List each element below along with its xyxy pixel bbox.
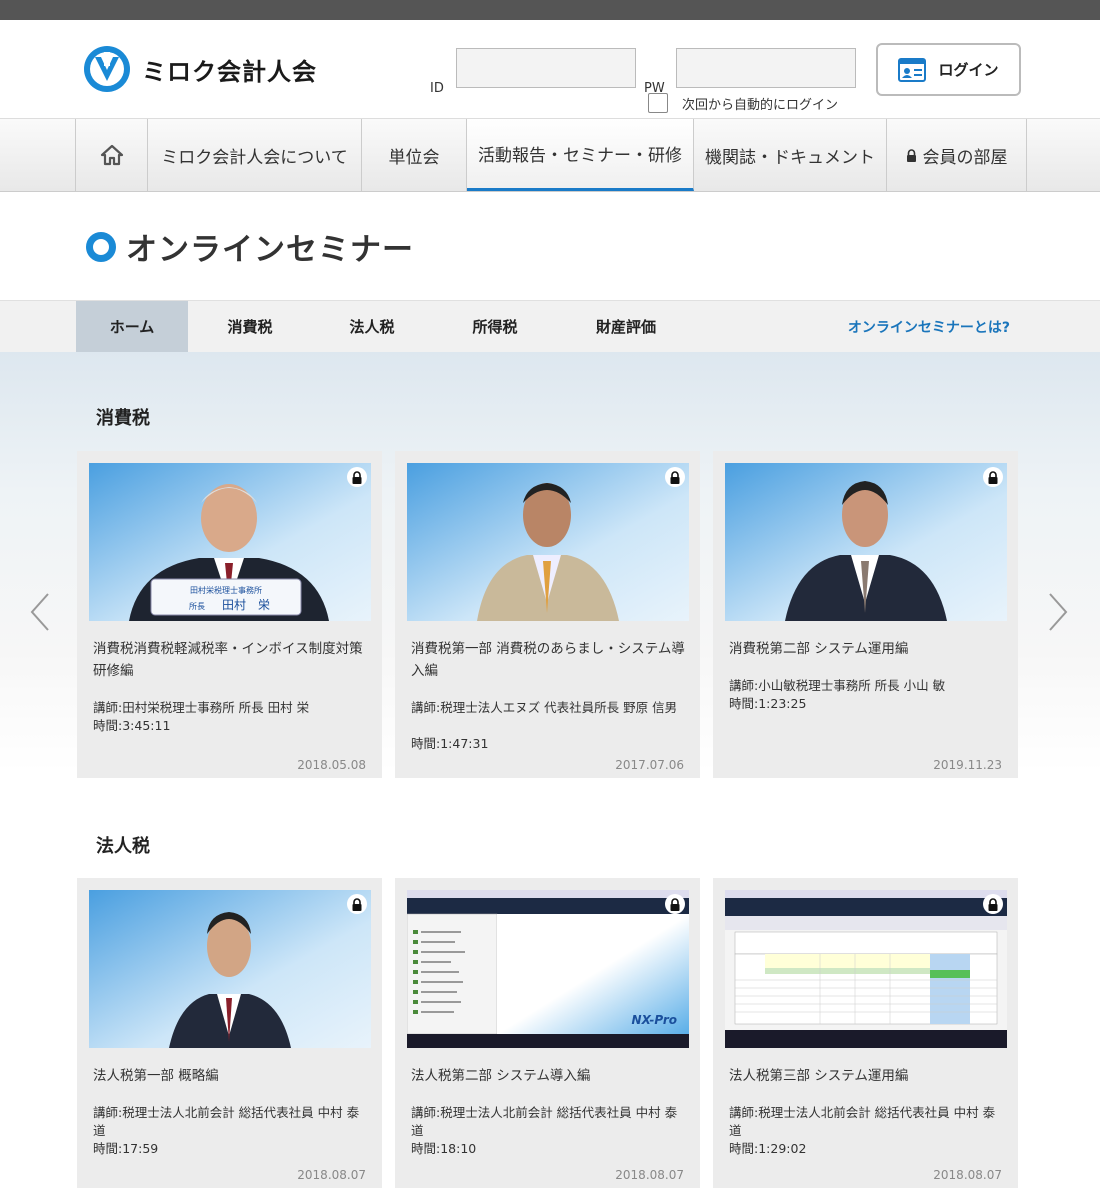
gnav-members-label: 会員の部屋 bbox=[922, 147, 1008, 168]
gnav-activities[interactable]: 活動報告・セミナー・研修 bbox=[467, 119, 694, 191]
title-area: オンラインセミナー bbox=[0, 192, 1100, 300]
seminar-card[interactable]: 消費税第二部 システム運用編 講師:小山敏税理士事務所 所長 小山 敏 時間:1… bbox=[713, 451, 1018, 778]
card-date: 2017.07.06 bbox=[615, 758, 684, 772]
card-duration: 時間:1:23:25 bbox=[729, 696, 807, 711]
id-card-icon bbox=[898, 57, 927, 82]
lock-icon bbox=[352, 897, 362, 911]
subnav-corporate-tax[interactable]: 法人税 bbox=[322, 301, 422, 352]
site-logo[interactable]: ミロク会計人会 bbox=[82, 44, 317, 94]
about-seminar-link[interactable]: オンラインセミナーとは? bbox=[848, 317, 1010, 337]
top-bar bbox=[0, 0, 1100, 20]
card-duration: 時間:3:45:11 bbox=[93, 718, 171, 733]
miroku-logo-icon bbox=[84, 46, 130, 92]
lock-icon bbox=[988, 897, 998, 911]
chevron-right-icon bbox=[1049, 593, 1068, 631]
lock-icon bbox=[906, 148, 916, 162]
remember-label: 次回から自動的にログイン bbox=[682, 97, 839, 113]
seminar-card[interactable]: 消費税第一部 消費税のあらまし・システム導入編 講師:税理士法人エヌズ 代表社員… bbox=[395, 451, 700, 778]
thumbnail-brand: NX-Pro bbox=[632, 1013, 677, 1027]
card-lecturer: 講師:税理士法人北前会計 総括代表社員 中村 泰道 bbox=[729, 1105, 996, 1138]
card-date: 2018.08.07 bbox=[933, 1168, 1002, 1182]
thumbnail-caption-role: 所長 bbox=[189, 601, 205, 611]
page-title: オンラインセミナー bbox=[126, 232, 414, 268]
carousel-next[interactable] bbox=[1046, 592, 1070, 632]
card-title: 法人税第三部 システム運用編 bbox=[729, 1068, 909, 1084]
seminar-thumbnail: NX-Pro bbox=[407, 890, 689, 1048]
card-duration: 時間:18:10 bbox=[411, 1141, 477, 1156]
card-date: 2018.08.07 bbox=[297, 1168, 366, 1182]
card-duration: 時間:1:47:31 bbox=[411, 736, 489, 751]
carousel-prev[interactable] bbox=[28, 592, 52, 632]
card-lecturer: 講師:税理士法人北前会計 総括代表社員 中村 泰道 bbox=[411, 1105, 678, 1138]
card-date: 2018.05.08 bbox=[297, 758, 366, 772]
seminar-content: 消費税 田村栄税理士事務所 所長 田村 栄 消費税消費税軽減税率・インボイス制度… bbox=[0, 352, 1100, 1200]
card-title: 消費税第二部 システム運用編 bbox=[729, 641, 909, 657]
lock-badge bbox=[665, 894, 685, 914]
logo-text: ミロク会計人会 bbox=[142, 57, 317, 86]
id-label: ID bbox=[430, 81, 444, 96]
home-icon bbox=[100, 144, 123, 166]
seminar-card[interactable]: 法人税第三部 システム運用編 講師:税理士法人北前会計 総括代表社員 中村 泰道… bbox=[713, 878, 1018, 1188]
remember-checkbox[interactable] bbox=[648, 93, 668, 113]
card-duration: 時間:1:29:02 bbox=[729, 1141, 807, 1156]
card-lecturer: 講師:田村栄税理士事務所 所長 田村 栄 bbox=[93, 700, 310, 715]
gnav-journal[interactable]: 機関誌・ドキュメント bbox=[694, 119, 887, 191]
lock-badge bbox=[347, 894, 367, 914]
section-title-consumption-tax: 消費税 bbox=[96, 408, 150, 429]
seminar-thumbnail: 田村栄税理士事務所 所長 田村 栄 bbox=[89, 463, 371, 621]
seminar-card[interactable]: 田村栄税理士事務所 所長 田村 栄 消費税消費税軽減税率・インボイス制度対策研修… bbox=[77, 451, 382, 778]
card-title: 法人税第一部 概略編 bbox=[93, 1068, 219, 1084]
pw-input[interactable] bbox=[676, 48, 856, 88]
card-duration: 時間:17:59 bbox=[93, 1141, 159, 1156]
seminar-thumbnail bbox=[725, 463, 1007, 621]
lock-badge bbox=[347, 467, 367, 487]
seminar-card[interactable]: 法人税第一部 概略編 講師:税理士法人北前会計 総括代表社員 中村 泰道 時間:… bbox=[77, 878, 382, 1188]
card-title: 消費税第一部 消費税のあらまし・システム導入編 bbox=[411, 641, 685, 679]
global-nav: ミロク会計人会について 単位会 活動報告・セミナー・研修 機関誌・ドキュメント … bbox=[0, 118, 1100, 192]
seminar-thumbnail bbox=[725, 890, 1007, 1048]
subnav-home[interactable]: ホーム bbox=[76, 301, 188, 352]
id-input[interactable] bbox=[456, 48, 636, 88]
thumbnail-caption-office: 田村栄税理士事務所 bbox=[190, 585, 262, 595]
thumbnail-caption-name: 田村 栄 bbox=[222, 598, 270, 612]
card-title: 法人税第二部 システム導入編 bbox=[411, 1068, 591, 1084]
subnav-property-valuation[interactable]: 財産評価 bbox=[576, 301, 676, 352]
gnav-home[interactable] bbox=[76, 119, 148, 191]
card-title: 消費税消費税軽減税率・インボイス制度対策研修編 bbox=[93, 641, 363, 679]
lock-badge bbox=[665, 467, 685, 487]
gnav-members[interactable]: 会員の部屋 bbox=[887, 119, 1027, 191]
chevron-left-icon bbox=[30, 593, 49, 631]
card-lecturer: 講師:税理士法人北前会計 総括代表社員 中村 泰道 bbox=[93, 1105, 360, 1138]
card-date: 2018.08.07 bbox=[615, 1168, 684, 1182]
subnav-income-tax[interactable]: 所得税 bbox=[445, 301, 545, 352]
login-label: ログイン bbox=[938, 61, 999, 79]
lock-badge bbox=[983, 894, 1003, 914]
seminar-card[interactable]: NX-Pro 法人税第二部 システム導入編 講師:税理士法人北前会計 総括代表社… bbox=[395, 878, 700, 1188]
login-button[interactable]: ログイン bbox=[876, 43, 1021, 96]
card-date: 2019.11.23 bbox=[933, 758, 1002, 772]
lock-icon bbox=[670, 897, 680, 911]
title-ring-icon bbox=[86, 232, 116, 262]
lock-badge bbox=[983, 467, 1003, 487]
gnav-about[interactable]: ミロク会計人会について bbox=[148, 119, 362, 191]
section-title-corporate-tax: 法人税 bbox=[96, 836, 150, 857]
subnav-consumption-tax[interactable]: 消費税 bbox=[200, 301, 300, 352]
lock-icon bbox=[352, 470, 362, 484]
seminar-thumbnail bbox=[89, 890, 371, 1048]
header: ミロク会計人会 ID PW 次回から自動的にログイン ログイン bbox=[0, 20, 1100, 118]
seminar-thumbnail bbox=[407, 463, 689, 621]
card-lecturer: 講師:小山敏税理士事務所 所長 小山 敏 bbox=[729, 678, 946, 693]
lock-icon bbox=[670, 470, 680, 484]
lock-icon bbox=[988, 470, 998, 484]
seminar-subnav: ホーム 消費税 法人税 所得税 財産評価 オンラインセミナーとは? bbox=[0, 300, 1100, 352]
gnav-units[interactable]: 単位会 bbox=[362, 119, 467, 191]
remember-login: 次回から自動的にログイン bbox=[648, 93, 838, 113]
card-lecturer: 講師:税理士法人エヌズ 代表社員所長 野原 信男 bbox=[411, 700, 678, 715]
